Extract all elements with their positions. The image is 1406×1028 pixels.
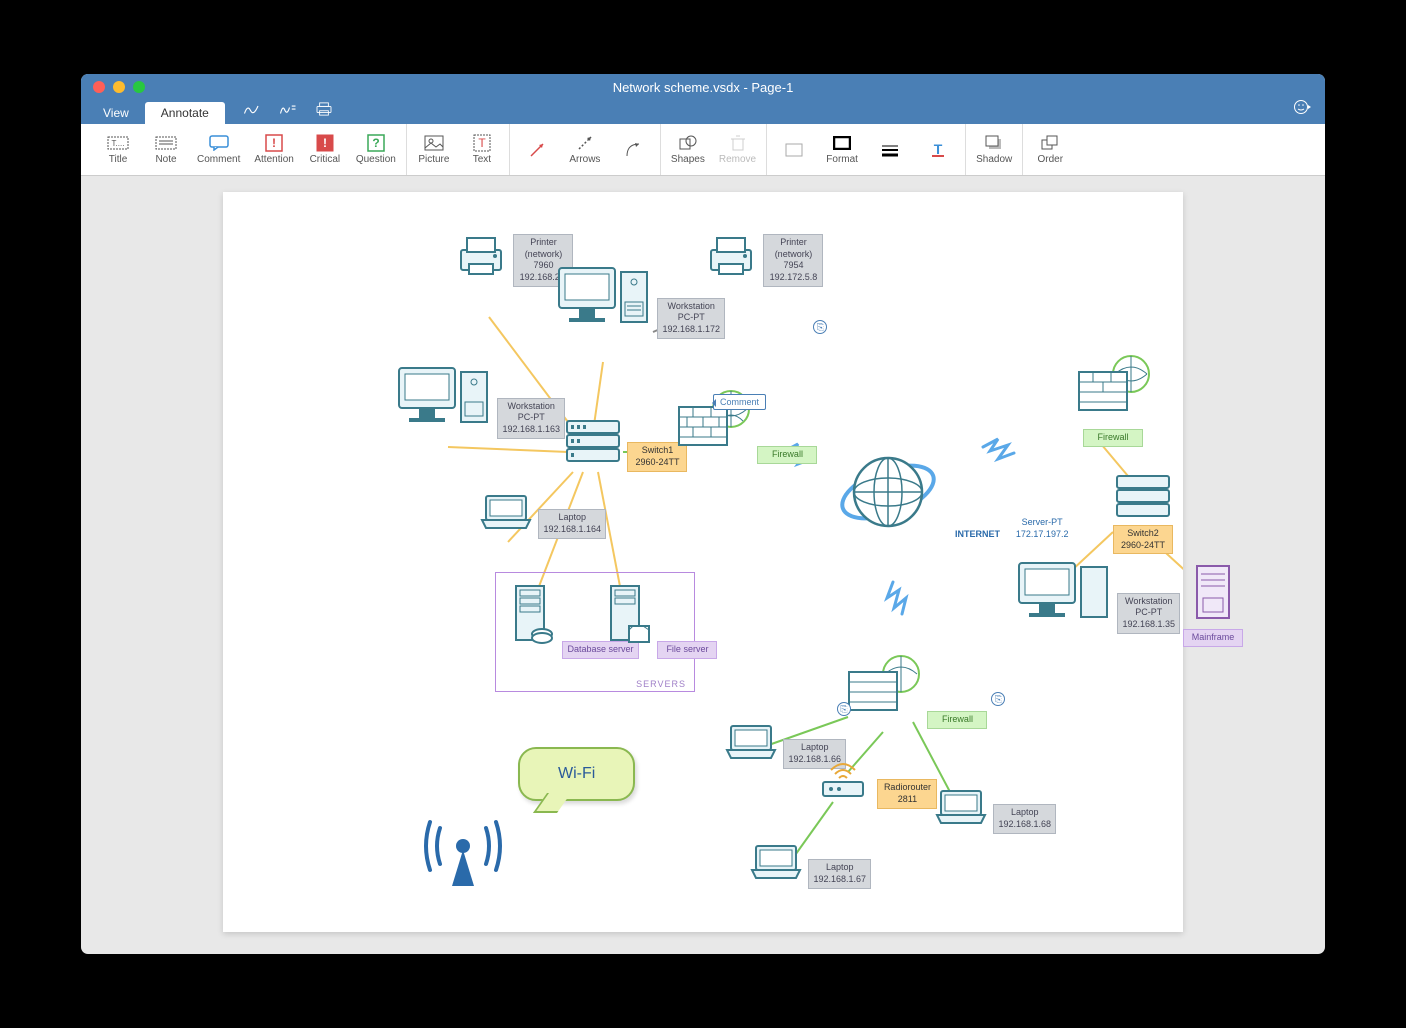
link-icon: ⎘ <box>837 702 851 716</box>
minimize-button[interactable] <box>113 81 125 93</box>
tab-annotate[interactable]: Annotate <box>145 102 225 124</box>
firewall-icon <box>1073 352 1153 422</box>
fill-button[interactable] <box>773 139 815 161</box>
arrow3-button[interactable] <box>612 139 654 161</box>
node-mainframe[interactable]: Mainframe <box>1183 562 1243 647</box>
svg-text:?: ? <box>372 136 379 150</box>
textcolor-button[interactable]: T <box>917 139 959 161</box>
shapes-button[interactable]: Shapes <box>667 132 709 167</box>
canvas-area[interactable]: Printer(network)7960192.168.2.8 Printer(… <box>81 176 1325 954</box>
svg-text:T: T <box>934 142 943 157</box>
node-switch2[interactable]: Switch22960-24TT <box>1103 472 1183 554</box>
node-laptop1[interactable]: Laptop192.168.1.164 <box>478 492 606 539</box>
link-icon: ⎘ <box>991 692 1005 706</box>
printer-icon <box>453 232 509 280</box>
comment-annotation[interactable]: Comment <box>713 394 766 410</box>
remove-button: Remove <box>715 132 760 167</box>
title-button[interactable]: T....Title <box>97 132 139 167</box>
traffic-lights <box>81 81 145 93</box>
svg-text:!: ! <box>323 136 327 150</box>
window-title: Network scheme.vsdx - Page-1 <box>81 80 1325 95</box>
mode-tabbar: View Annotate <box>81 100 1325 124</box>
svg-text:!: ! <box>272 136 276 150</box>
shadow-button[interactable]: Shadow <box>972 132 1016 167</box>
signature-icon[interactable] <box>243 102 261 121</box>
workstation-icon <box>393 362 493 432</box>
node-workstation1[interactable]: WorkstationPC-PT192.168.1.172 <box>553 262 725 339</box>
node-firewall2[interactable]: Firewall <box>1043 352 1183 447</box>
node-fileserver[interactable]: File server <box>603 582 717 659</box>
svg-text:T: T <box>478 136 486 150</box>
node-internet[interactable]: INTERNET Server-PT172.17.197.2 <box>833 447 1072 543</box>
titlebar: Network scheme.vsdx - Page-1 <box>81 74 1325 100</box>
wifi-annotation[interactable]: Wi-Fi <box>518 747 635 801</box>
linewidth-button[interactable] <box>869 139 911 161</box>
app-window: Network scheme.vsdx - Page-1 View Annota… <box>81 74 1325 954</box>
comment-button[interactable]: Comment <box>193 132 244 167</box>
svg-text:T....: T.... <box>112 139 125 148</box>
print-icon[interactable] <box>315 102 333 121</box>
switch-icon <box>1113 472 1173 520</box>
globe-icon <box>833 447 943 537</box>
text-button[interactable]: TText <box>461 132 503 167</box>
toolbar: T....Title Note Comment !Attention !Crit… <box>81 124 1325 176</box>
server-icon <box>603 582 653 652</box>
note-button[interactable]: Note <box>145 132 187 167</box>
server-icon <box>508 582 558 652</box>
node-laptop3[interactable]: Laptop192.168.1.67 <box>748 842 871 889</box>
zoom-button[interactable] <box>133 81 145 93</box>
node-workstation2[interactable]: WorkstationPC-PT192.168.1.163 <box>393 362 565 439</box>
node-workstation3[interactable]: WorkstationPC-PT192.168.1.35 <box>1013 557 1180 634</box>
attention-button[interactable]: !Attention <box>250 132 297 167</box>
node-switch1[interactable]: Switch12960-24TT <box>563 417 687 472</box>
critical-button[interactable]: !Critical <box>304 132 346 167</box>
laptop-icon <box>723 722 779 762</box>
node-laptop4[interactable]: Laptop192.168.1.68 <box>933 787 1056 834</box>
antenna-icon <box>418 802 508 897</box>
tab-view[interactable]: View <box>87 102 145 124</box>
question-button[interactable]: ?Question <box>352 132 400 167</box>
format-label[interactable]: Format <box>821 132 863 167</box>
order-button[interactable]: Order <box>1029 132 1071 167</box>
switch-icon <box>563 417 623 465</box>
firewall-icon <box>843 652 923 722</box>
feedback-icon[interactable] <box>1293 98 1325 124</box>
laptop-icon <box>933 787 989 827</box>
link-icon: ⎘ <box>813 320 827 334</box>
node-firewall3[interactable]: Firewall ⎘ ⎘ <box>843 652 987 729</box>
workstation-icon <box>553 262 653 332</box>
signature2-icon[interactable] <box>279 102 297 121</box>
picture-button[interactable]: Picture <box>413 132 455 167</box>
arrow1-button[interactable] <box>516 139 558 161</box>
workstation-icon <box>1013 557 1113 627</box>
arrows-label[interactable]: Arrows <box>564 132 606 167</box>
node-radiorouter[interactable]: Radiorouter2811 <box>813 752 937 809</box>
laptop-icon <box>478 492 534 532</box>
diagram-page: Printer(network)7960192.168.2.8 Printer(… <box>223 192 1183 932</box>
mainframe-icon <box>1193 562 1233 622</box>
laptop-icon <box>748 842 804 882</box>
close-button[interactable] <box>93 81 105 93</box>
router-icon <box>813 752 873 802</box>
